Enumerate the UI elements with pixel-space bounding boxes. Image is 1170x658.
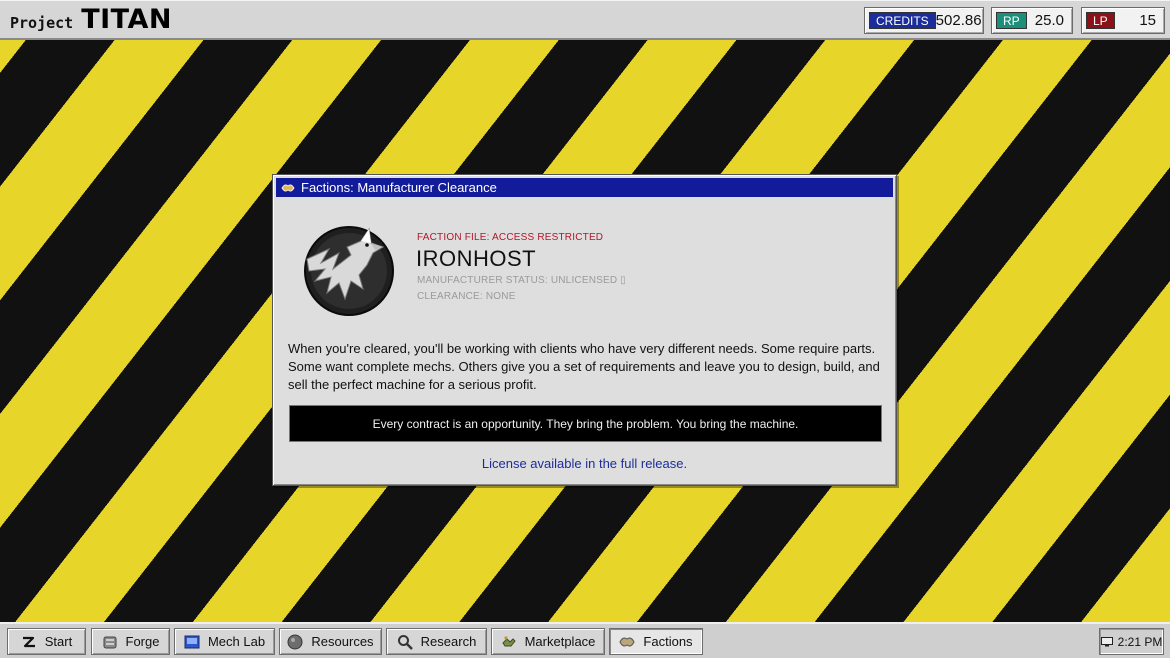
contract-quote: Every contract is an opportunity. They b… [289,405,882,442]
taskbar-start-button[interactable]: Start [7,628,86,655]
forge-icon [103,636,117,648]
taskbar-resources-button[interactable]: Resources [279,628,382,655]
taskbar-start-label: Start [44,634,73,649]
mech-lab-icon [184,635,200,648]
taskbar-forge-button[interactable]: Forge [91,628,170,655]
app-logo: Project TITAN [10,4,172,38]
rp-value: 25.0 [1034,12,1064,29]
clock-time: 2:21 PM [1117,634,1163,649]
faction-clearance-dialog: Factions: Manufacturer Clearance FACTION… [272,174,897,486]
taskbar-factions-button[interactable]: Factions [609,628,703,655]
taskbar: Start Forge Mech Lab Resources Research [0,622,1170,658]
start-icon [22,636,35,647]
top-bar: Project TITAN CREDITS 502.86 RP 25.0 LP … [0,0,1170,40]
eagle-emblem-icon [304,226,394,316]
factions-icon [619,637,635,646]
taskbar-forge-label: Forge [125,634,160,649]
credits-label: CREDITS [869,12,936,29]
resources-icon [287,634,303,649]
lp-value: 15 [1139,12,1156,29]
taskbar-mech-lab-button[interactable]: Mech Lab [174,628,275,655]
credits-value: 502.86 [935,12,982,29]
taskbar-marketplace-button[interactable]: Marketplace [491,628,605,655]
brand-project: Project [10,14,74,32]
dialog-titlebar[interactable]: Factions: Manufacturer Clearance [276,178,893,197]
factions-icon [281,183,295,192]
taskbar-marketplace-label: Marketplace [524,634,596,649]
marketplace-icon [501,635,516,646]
credits-display: CREDITS 502.86 [864,7,984,34]
taskbar-resources-label: Resources [311,634,374,649]
taskbar-factions-label: Factions [643,634,693,649]
faction-description: When you're cleared, you'll be working w… [288,341,880,392]
lp-display: LP 15 [1081,7,1165,34]
lp-label: LP [1086,12,1115,29]
taskbar-mech-lab-label: Mech Lab [207,634,266,649]
rp-label: RP [996,12,1027,29]
license-link[interactable]: License available in the full release. [273,456,896,471]
research-icon [397,634,413,650]
taskbar-research-label: Research [420,634,477,649]
dialog-title: Factions: Manufacturer Clearance [301,180,497,195]
rp-display: RP 25.0 [991,7,1073,34]
faction-name: IRONHOST [416,246,537,271]
faction-kicker: FACTION FILE: ACCESS RESTRICTED [417,232,604,243]
clearance-level: CLEARANCE: NONE [417,291,516,302]
taskbar-research-button[interactable]: Research [386,628,487,655]
brand-titan: TITAN [81,4,172,35]
contract-quote-text: Every contract is an opportunity. They b… [372,416,799,431]
manufacturer-status: MANUFACTURER STATUS: UNLICENSED ▯ [417,275,626,286]
monitor-icon [1100,636,1113,646]
taskbar-clock[interactable]: 2:21 PM [1099,628,1164,655]
